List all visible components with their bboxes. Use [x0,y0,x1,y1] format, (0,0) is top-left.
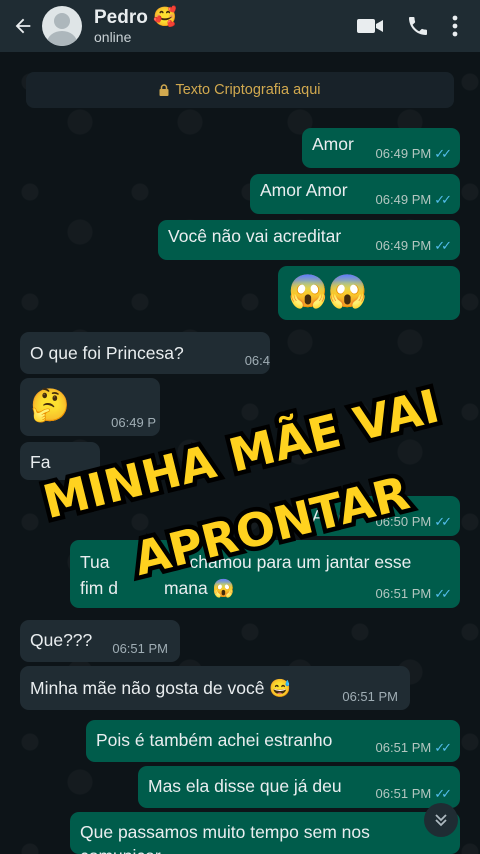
read-ticks-icon: ✓✓ [434,786,452,801]
message-time: 06:51 PM [112,641,168,656]
message-outgoing[interactable]: 😱😱 [278,266,460,320]
message-incoming[interactable]: Minha mãe não gosta de você 😅 06:51 PM [20,666,410,710]
read-ticks-icon: ✓✓ [434,740,452,755]
message-emoji: 🤔 [30,387,70,423]
message-time: 06:49 PM ✓✓ [375,192,452,207]
message-incoming[interactable]: O que foi Princesa? 06:4 [20,332,270,374]
message-text: O que foi Princesa? [30,343,184,363]
message-outgoing[interactable]: Amor 06:49 PM ✓✓ [302,128,460,168]
message-outgoing[interactable]: Mas ela disse que já deu 06:51 PM ✓✓ [138,766,460,808]
read-ticks-icon: ✓✓ [434,238,452,253]
message-time: 06:49 P [111,415,156,430]
read-ticks-icon: ✓✓ [434,146,452,161]
back-arrow-icon[interactable] [12,15,34,37]
contact-status: online [94,28,132,45]
double-chevron-down-icon [435,814,447,827]
read-ticks-icon: ✓✓ [434,586,452,601]
message-outgoing[interactable]: Amor Amor 06:49 PM ✓✓ [250,174,460,214]
message-text-line2: fim d mana 😱 [80,578,235,598]
contact-info[interactable]: Pedro 🥰 online [94,7,177,45]
chat-header: Pedro 🥰 online [0,0,480,52]
message-text: Fa [30,452,51,472]
message-incoming[interactable]: Fa [20,442,100,480]
message-text: Pois é também achei estranho [96,730,333,750]
message-text-line2: comunicar [80,846,161,854]
message-time: 06:51 PM ✓✓ [375,740,452,755]
message-time: 06:51 PM ✓✓ [375,786,452,801]
message-outgoing[interactable]: Que passamos muito tempo sem nos comunic… [70,812,460,854]
message-outgoing[interactable]: Você não vai acreditar 06:49 PM ✓✓ [158,220,460,260]
message-time: 06:51 PM [342,689,398,704]
message-incoming[interactable]: Que??? 06:51 PM [20,620,180,662]
message-text: Amor [312,134,354,154]
encryption-text: Texto Criptografia aqui [175,82,321,98]
message-outgoing[interactable]: Amor 06:50 PM ✓✓ [302,496,460,536]
message-text: Amor Amor [260,180,348,200]
more-options-icon[interactable] [452,15,458,37]
lock-icon [159,84,169,96]
read-ticks-icon: ✓✓ [434,514,452,529]
avatar[interactable] [42,6,82,46]
message-text: Mas ela disse que já deu [148,776,342,796]
message-outgoing[interactable]: Tua chamou para um jantar esse fim d mana … [70,540,460,608]
message-time: 06:49 PM ✓✓ [375,146,452,161]
message-text: Minha mãe não gosta de você 😅 [30,678,292,698]
voice-call-icon[interactable] [406,14,430,38]
message-incoming[interactable]: 🤔 06:49 P [20,378,160,436]
read-ticks-icon: ✓✓ [434,192,452,207]
contact-name: Pedro 🥰 [94,7,177,29]
message-text: Você não vai acreditar [168,226,342,246]
message-time: 06:4 [244,353,270,368]
message-text: Tua chamou para um jantar esse [80,552,412,572]
message-time: 06:50 PM ✓✓ [375,514,452,529]
message-emoji: 😱😱 [288,273,368,309]
message-text: Que??? [30,630,93,650]
message-time: 06:49 PM ✓✓ [375,238,452,253]
message-time: 06:51 PM ✓✓ [375,586,452,601]
video-call-icon[interactable] [356,16,384,36]
message-text: Amor [312,506,354,526]
encryption-notice[interactable]: Texto Criptografia aqui [26,72,454,108]
scroll-to-bottom-button[interactable] [424,803,458,837]
message-text: Que passamos muito tempo sem nos [80,822,370,842]
message-outgoing[interactable]: Pois é também achei estranho 06:51 PM ✓✓ [86,720,460,762]
